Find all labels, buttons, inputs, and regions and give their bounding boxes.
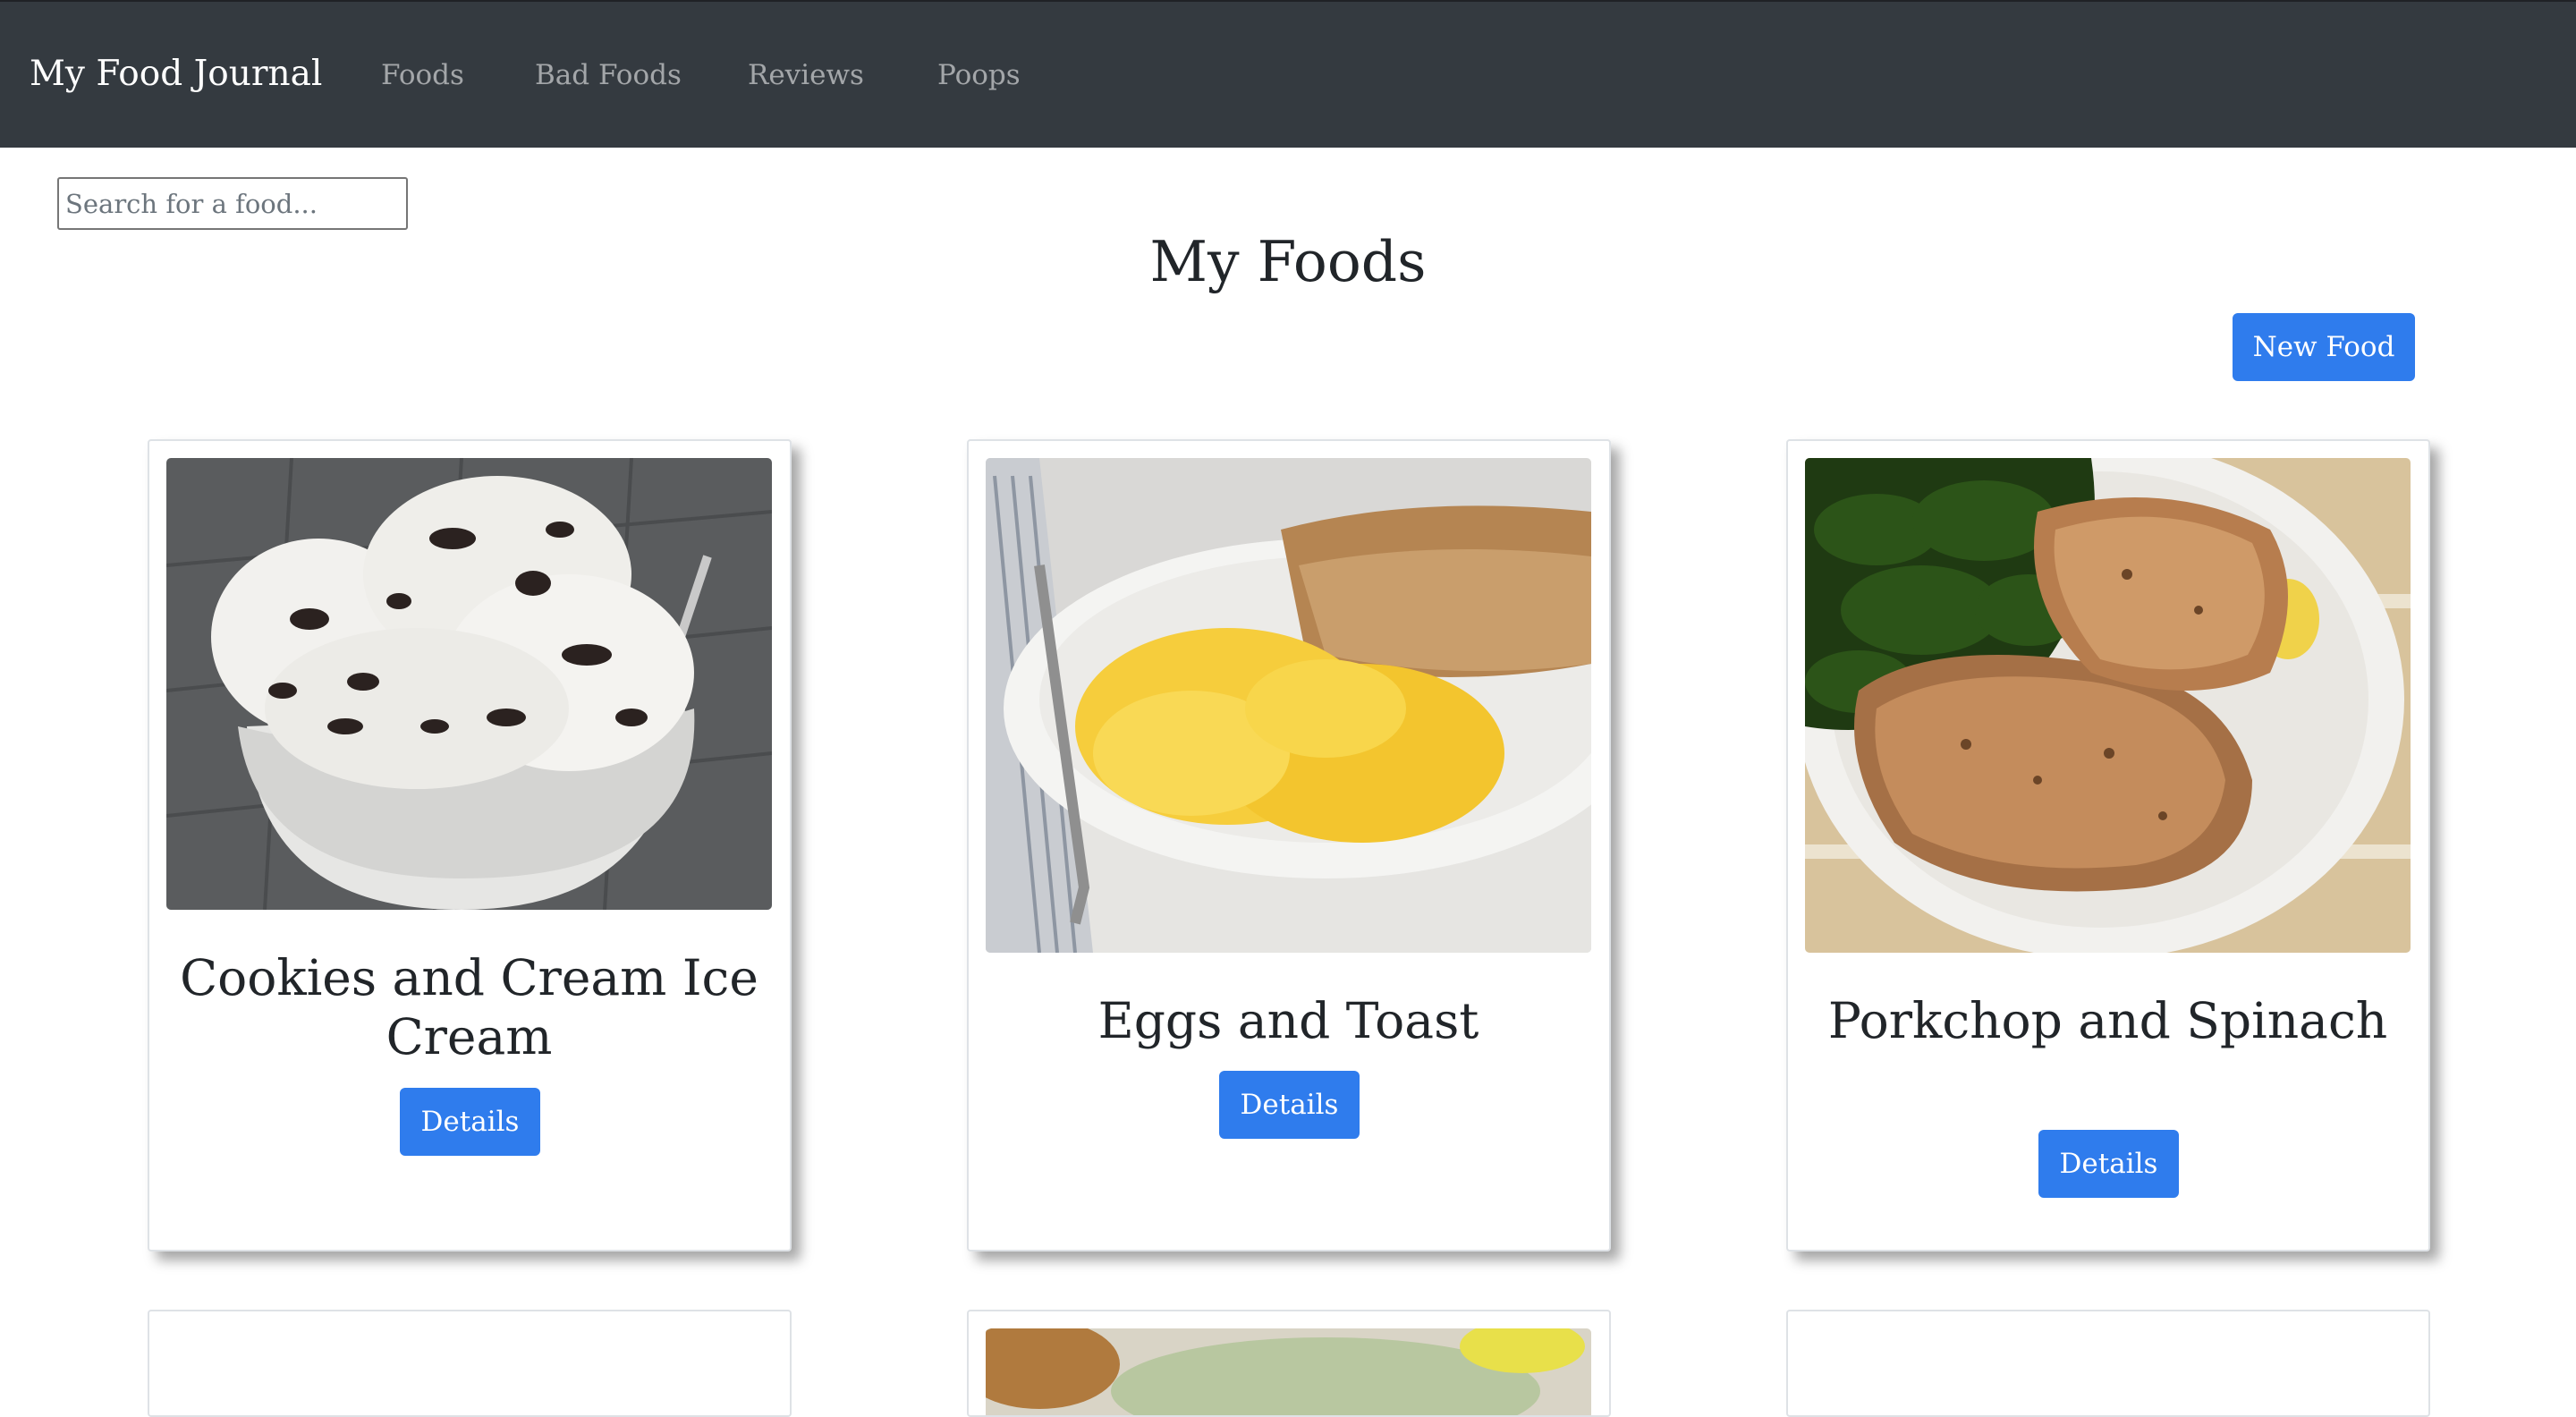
- food-card-partial: [148, 1310, 792, 1417]
- details-button[interactable]: Details: [1219, 1071, 1360, 1139]
- card-title: Porkchop and Spinach: [1827, 992, 2388, 1049]
- food-card-cookies-and-cream: Cookies and Cream Ice Cream Details: [148, 439, 792, 1252]
- nav-link-reviews[interactable]: Reviews: [748, 59, 864, 91]
- nav-link-foods[interactable]: Foods: [381, 59, 464, 91]
- nav-link-bad-foods[interactable]: Bad Foods: [535, 59, 682, 91]
- details-button[interactable]: Details: [2038, 1130, 2179, 1198]
- search-input[interactable]: [57, 177, 408, 230]
- food-card-partial: [1786, 1310, 2430, 1417]
- card-title: Cookies and Cream Ice Cream: [180, 949, 758, 1065]
- page-title: My Foods: [1149, 229, 1427, 294]
- brand-link[interactable]: My Food Journal: [30, 54, 322, 94]
- food-photo-partial[interactable]: [986, 1328, 1591, 1415]
- card-title: Eggs and Toast: [1097, 992, 1479, 1049]
- eggs-and-toast-photo[interactable]: [986, 458, 1591, 953]
- cookies-and-cream-ice-cream-photo[interactable]: [166, 458, 772, 910]
- food-card-porkchop-and-spinach: Porkchop and Spinach Details: [1786, 439, 2430, 1252]
- new-food-button[interactable]: New Food: [2233, 313, 2415, 381]
- porkchop-and-spinach-photo[interactable]: [1805, 458, 2411, 953]
- nav-link-poops[interactable]: Poops: [937, 59, 1021, 91]
- food-card-eggs-and-toast: Eggs and Toast Details: [967, 439, 1611, 1252]
- navbar: My Food Journal Foods Bad Foods Reviews …: [0, 0, 2576, 148]
- food-card-partial: [967, 1310, 1611, 1417]
- details-button[interactable]: Details: [400, 1088, 540, 1156]
